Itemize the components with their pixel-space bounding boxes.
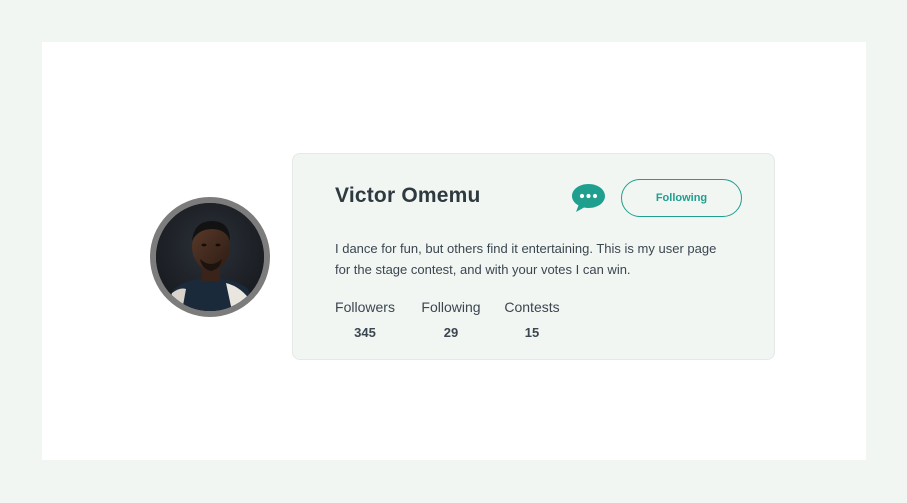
stat-label: Contests [504, 299, 560, 315]
avatar-photo [156, 203, 264, 311]
profile-card: Victor Omemu Following I dance for fun, … [292, 153, 775, 360]
profile-name: Victor Omemu [335, 184, 481, 207]
stat-contests[interactable]: Contests 15 [504, 299, 560, 340]
stat-value: 29 [443, 325, 459, 340]
avatar[interactable] [150, 197, 270, 317]
stat-following[interactable]: Following 29 [421, 299, 481, 340]
chat-bubble-icon[interactable] [570, 182, 607, 214]
stat-label: Followers [335, 299, 395, 315]
following-button[interactable]: Following [621, 179, 742, 217]
page-background: Victor Omemu Following I dance for fun, … [0, 0, 907, 503]
stat-value: 15 [524, 325, 540, 340]
stat-followers[interactable]: Followers 345 [335, 299, 395, 340]
profile-bio: I dance for fun, but others find it ente… [335, 241, 717, 277]
stat-label: Following [421, 299, 481, 315]
stat-value: 345 [354, 325, 376, 340]
